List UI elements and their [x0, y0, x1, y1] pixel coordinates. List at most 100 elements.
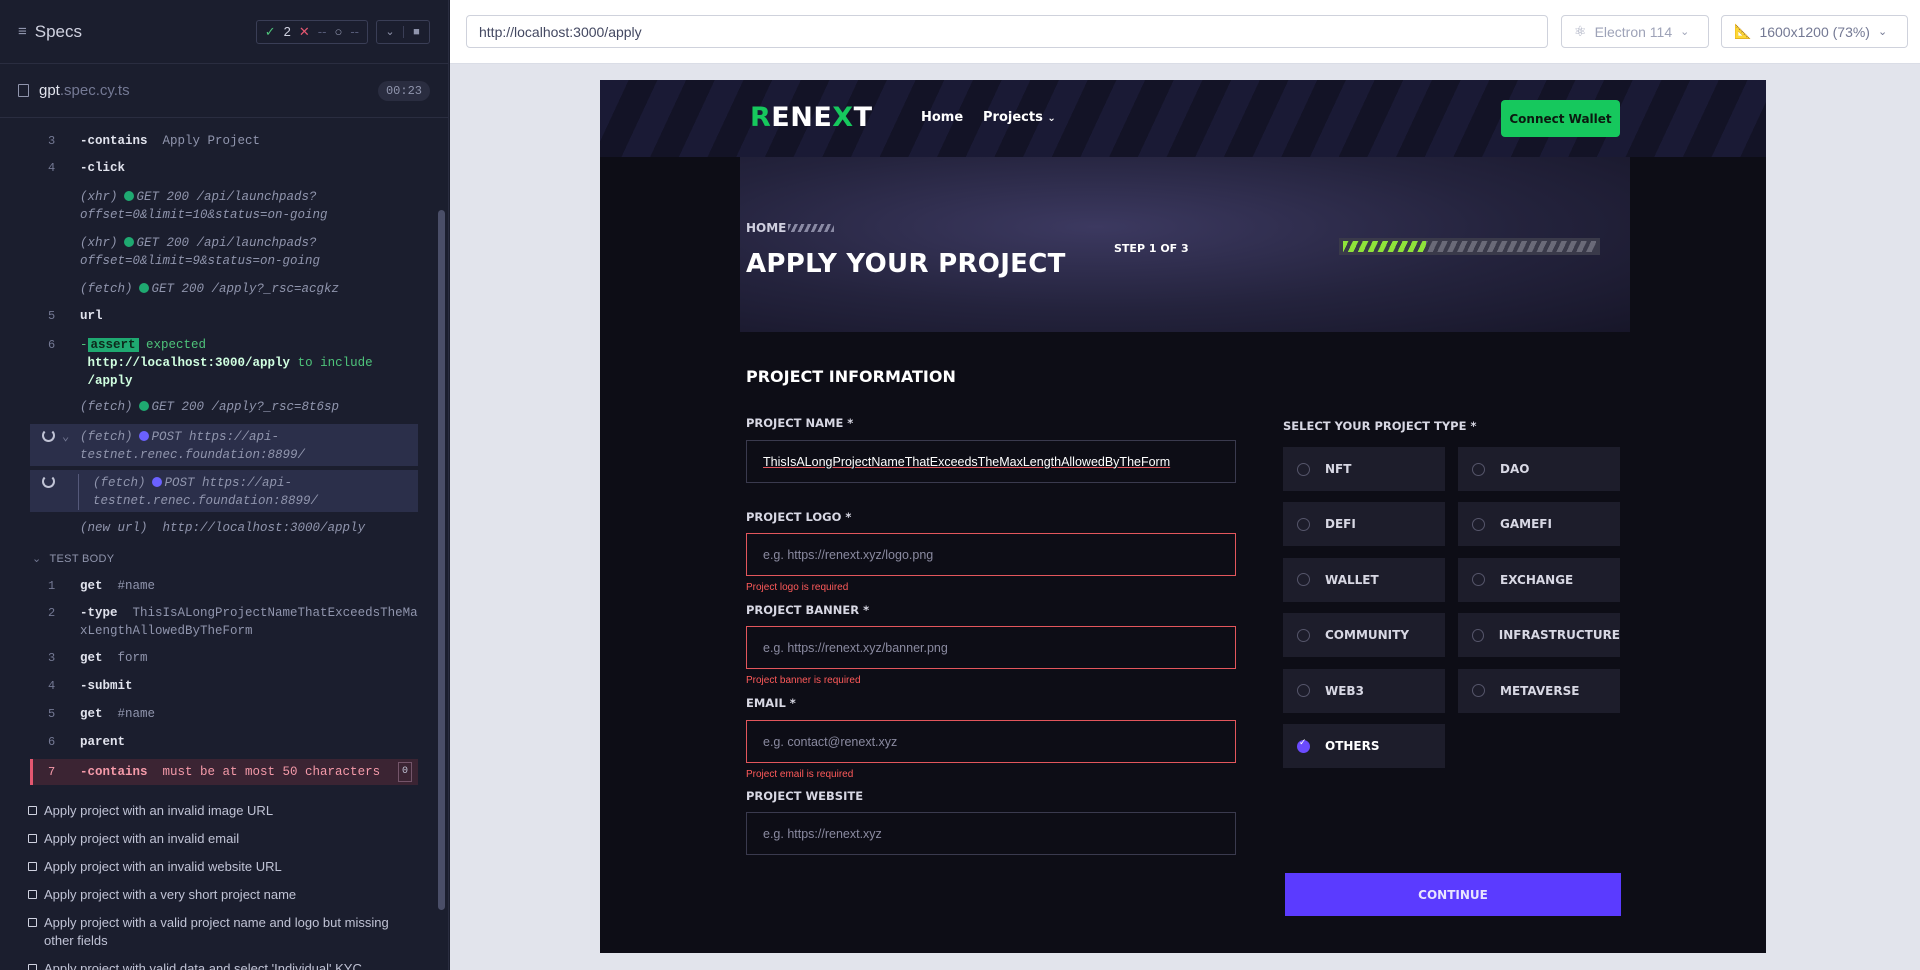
- status-dot-icon: [151, 477, 162, 487]
- spec-duration: 00:23: [377, 80, 430, 101]
- status-dot-icon: [138, 431, 149, 441]
- chevron-down-icon: ⌄: [1877, 26, 1888, 38]
- project-type-defi[interactable]: DEFI: [1283, 502, 1445, 547]
- project-type-label: NFT: [1325, 462, 1352, 476]
- nav-home[interactable]: Home: [921, 110, 963, 125]
- fetch-row-pending[interactable]: ⌄ (fetch) POST https://api-testnet.renec.…: [30, 424, 418, 466]
- project-website-input[interactable]: e.g. https://renext.xyz: [746, 812, 1236, 855]
- command-name: get: [80, 707, 103, 721]
- stop-icon[interactable]: ■: [403, 25, 429, 38]
- project-type-infrastructure[interactable]: INFRASTRUCTURE: [1458, 613, 1620, 658]
- project-type-web3[interactable]: WEB3: [1283, 668, 1445, 713]
- request-text: GET 200 /apply?_rsc=acgkz: [151, 282, 340, 296]
- project-type-dao[interactable]: DAO: [1458, 447, 1620, 491]
- project-name-label: PROJECT NAME *: [746, 416, 854, 430]
- radio-icon: [1472, 628, 1484, 642]
- project-type-label: COMMUNITY: [1325, 628, 1410, 643]
- test-title: Apply project with an invalid email: [44, 831, 240, 846]
- line-number: 5: [48, 309, 56, 323]
- test-item[interactable]: Apply project with an invalid image URL: [28, 802, 418, 820]
- test-item[interactable]: Apply project with a valid project name …: [28, 914, 418, 950]
- test-item[interactable]: Apply project with an invalid website UR…: [28, 858, 418, 876]
- specs-menu-icon[interactable]: ≡: [18, 23, 27, 40]
- aut-url-bar[interactable]: http://localhost:3000/apply: [466, 15, 1548, 48]
- command-name: -click: [80, 161, 126, 175]
- connect-wallet-button[interactable]: Connect Wallet: [1501, 100, 1620, 137]
- request-type: (new url): [80, 521, 148, 535]
- assert-badge: assert: [87, 338, 139, 352]
- command-name: get: [80, 651, 103, 665]
- test-status-icon: [28, 862, 37, 871]
- command-log[interactable]: 3 -contains Apply Project 4 -click (xhr)…: [0, 118, 436, 970]
- command-row[interactable]: 3 get form: [30, 649, 418, 667]
- line-number: 6: [48, 338, 56, 352]
- status-dot-icon: [123, 191, 134, 201]
- new-url-row[interactable]: (new url) http://localhost:3000/apply: [30, 519, 418, 537]
- command-row[interactable]: 1 get #name: [30, 577, 418, 595]
- section-title: PROJECT INFORMATION: [746, 367, 956, 386]
- command-row[interactable]: 5 url: [30, 307, 418, 325]
- failed-command-row[interactable]: 7 -contains must be at most 50 character…: [30, 759, 418, 785]
- command-arg: #name: [117, 707, 156, 721]
- command-name: -contains: [80, 765, 148, 779]
- command-name: -: [80, 338, 88, 352]
- viewport-info[interactable]: 📐 1600x1200 (73%) ⌄: [1721, 15, 1908, 48]
- project-type-label: DEFI: [1325, 517, 1356, 532]
- test-body-header[interactable]: ⌄ TEST BODY: [30, 552, 418, 565]
- project-type-label: INFRASTRUCTURE: [1498, 628, 1620, 643]
- chevron-down-icon[interactable]: ⌄: [62, 428, 76, 446]
- assert-row[interactable]: 6 - assert expected http://localhost:3000…: [30, 336, 418, 390]
- xhr-row[interactable]: (xhr) GET 200 /api/launchpads?offset=0&li…: [30, 234, 418, 272]
- command-row[interactable]: 4 -click: [30, 159, 418, 177]
- test-status-icon: [28, 806, 37, 815]
- match-count-badge: 0: [397, 762, 412, 782]
- test-item[interactable]: Apply project with valid data and select…: [28, 960, 418, 970]
- command-row[interactable]: 6 parent: [30, 733, 418, 751]
- radio-icon: [1472, 684, 1485, 698]
- project-type-exchange[interactable]: EXCHANGE: [1458, 557, 1620, 602]
- command-row[interactable]: 4 -submit: [30, 677, 418, 695]
- renext-logo[interactable]: RENEXT: [750, 102, 873, 133]
- project-type-others[interactable]: OTHERS: [1283, 724, 1445, 768]
- test-title: Apply project with a very short project …: [44, 887, 297, 902]
- fetch-row[interactable]: (fetch) GET 200 /apply?_rsc=8t6sp: [30, 398, 418, 416]
- specs-title[interactable]: Specs: [35, 22, 82, 42]
- radio-icon: [1297, 462, 1310, 476]
- command-row[interactable]: 2 -type ThisIsALongProjectNameThatExceed…: [30, 604, 418, 640]
- fetch-row-pending[interactable]: (fetch) POST https://api-testnet.renec.fo…: [30, 470, 418, 512]
- command-row[interactable]: 3 -contains Apply Project: [30, 132, 418, 150]
- radio-icon: [1472, 462, 1485, 476]
- continue-button[interactable]: CONTINUE: [1285, 873, 1621, 916]
- project-type-metaverse[interactable]: METAVERSE: [1458, 668, 1620, 713]
- radio-icon: [1297, 573, 1310, 587]
- project-type-label: WALLET: [1325, 572, 1379, 587]
- project-type-nft[interactable]: NFT: [1283, 447, 1445, 491]
- nav-projects[interactable]: Projects ⌄: [983, 110, 1056, 125]
- radio-icon: [1297, 628, 1310, 642]
- spec-file-header: gpt .spec.cy.ts 00:23: [0, 64, 448, 118]
- email-input[interactable]: e.g. contact@renext.xyz: [746, 720, 1236, 763]
- fetch-row[interactable]: (fetch) GET 200 /apply?_rsc=acgkz: [30, 280, 418, 298]
- test-stats: ✓ 2 ✕ -- ○ --: [255, 19, 368, 44]
- command-log-scrollbar[interactable]: [438, 210, 445, 910]
- command-row[interactable]: 5 get #name: [30, 705, 418, 723]
- request-type: (fetch): [80, 282, 133, 296]
- project-type-wallet[interactable]: WALLET: [1283, 557, 1445, 602]
- project-logo-input[interactable]: e.g. https://renext.xyz/logo.png: [746, 533, 1236, 576]
- command-arg: #name: [117, 579, 156, 593]
- command-name: url: [80, 309, 103, 323]
- chevron-down-icon: ⌄: [1047, 113, 1056, 124]
- project-banner-input[interactable]: e.g. https://renext.xyz/banner.png: [746, 626, 1236, 669]
- test-status-icon: [28, 918, 37, 927]
- test-item[interactable]: Apply project with an invalid email: [28, 830, 418, 848]
- test-item[interactable]: Apply project with a very short project …: [28, 886, 418, 904]
- line-number: 3: [48, 651, 56, 665]
- project-type-community[interactable]: COMMUNITY: [1283, 613, 1445, 658]
- project-name-input[interactable]: ThisIsALongProjectNameThatExceedsTheMaxL…: [746, 440, 1236, 483]
- breadcrumb[interactable]: HOME: [746, 221, 786, 235]
- command-name: -contains: [80, 134, 148, 148]
- project-type-gamefi[interactable]: GAMEFI: [1458, 502, 1620, 547]
- browser-selector[interactable]: ⚛ Electron 114 ⌄: [1561, 15, 1709, 48]
- chevron-down-icon[interactable]: ⌄: [377, 25, 403, 38]
- xhr-row[interactable]: (xhr) GET 200 /api/launchpads?offset=0&li…: [30, 188, 418, 226]
